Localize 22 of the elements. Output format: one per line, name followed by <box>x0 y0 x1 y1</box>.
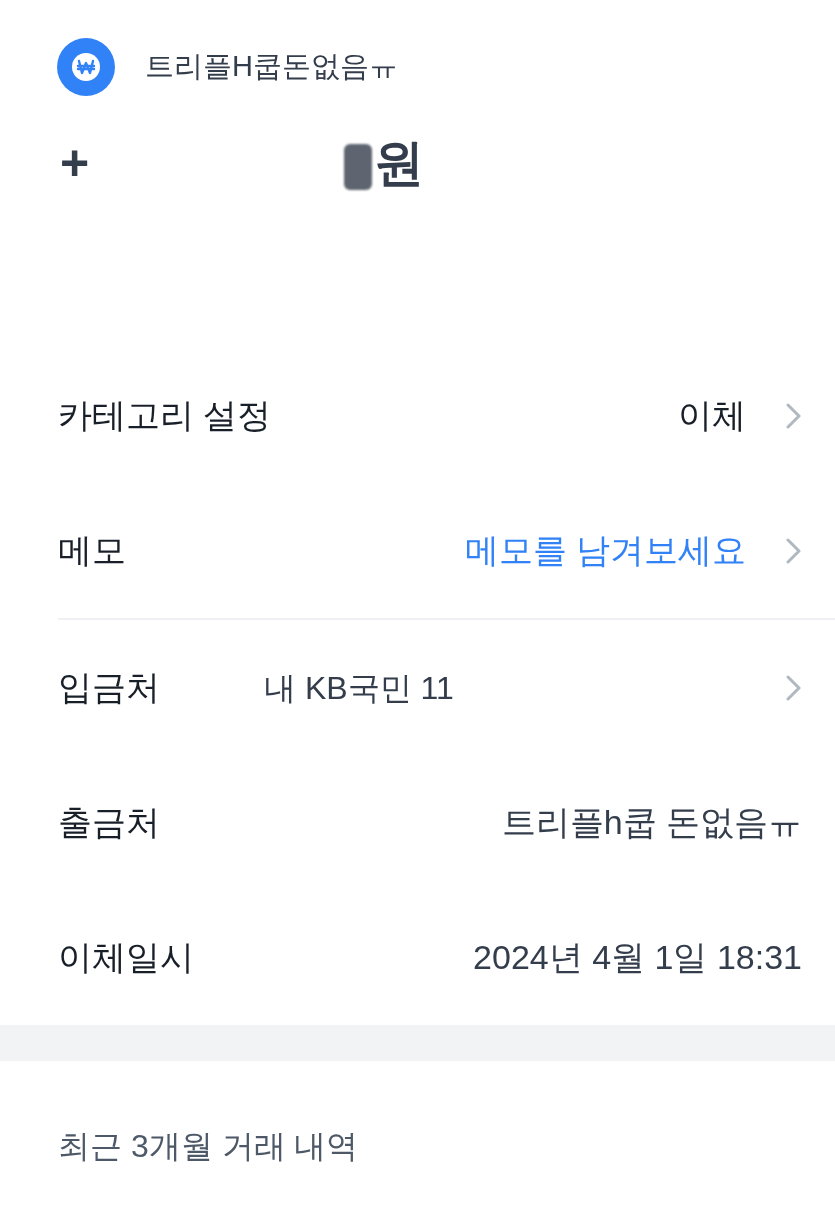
row-value: 트리플h쿱 돈없음ㅠ <box>501 802 802 843</box>
row-label: 이체일시 <box>58 937 194 978</box>
amount-unit: 원 <box>374 138 425 188</box>
section-title: 최근 3개월 거래 내역 <box>58 1127 359 1166</box>
chevron-right-icon <box>786 674 802 701</box>
row-value: 2024년 4월 1일 18:31 <box>473 937 802 978</box>
row-label: 입금처 <box>58 667 160 708</box>
amount-sign: + <box>60 138 90 188</box>
row-label: 메모 <box>58 530 126 571</box>
row-value: 내 KB국민 11 <box>264 668 454 708</box>
memo-input-field[interactable]: 메모를 남겨보세요 <box>464 525 746 576</box>
memo-row[interactable]: 메모 메모를 남겨보세요 <box>58 483 835 618</box>
account-name: 트리플H쿱돈없음ㅠ <box>145 49 398 85</box>
row-label: 출금처 <box>58 802 160 843</box>
redaction-block <box>344 144 373 190</box>
won-coin-icon <box>57 38 115 96</box>
row-value: 이체 <box>678 395 746 436</box>
account-row[interactable]: 입금처 내 KB국민 11 <box>58 620 835 755</box>
category-row[interactable]: 카테고리 설정 이체 <box>58 348 835 483</box>
row-label: 카테고리 설정 <box>58 395 272 436</box>
chevron-right-icon <box>786 402 802 429</box>
chevron-right-icon <box>786 537 802 564</box>
